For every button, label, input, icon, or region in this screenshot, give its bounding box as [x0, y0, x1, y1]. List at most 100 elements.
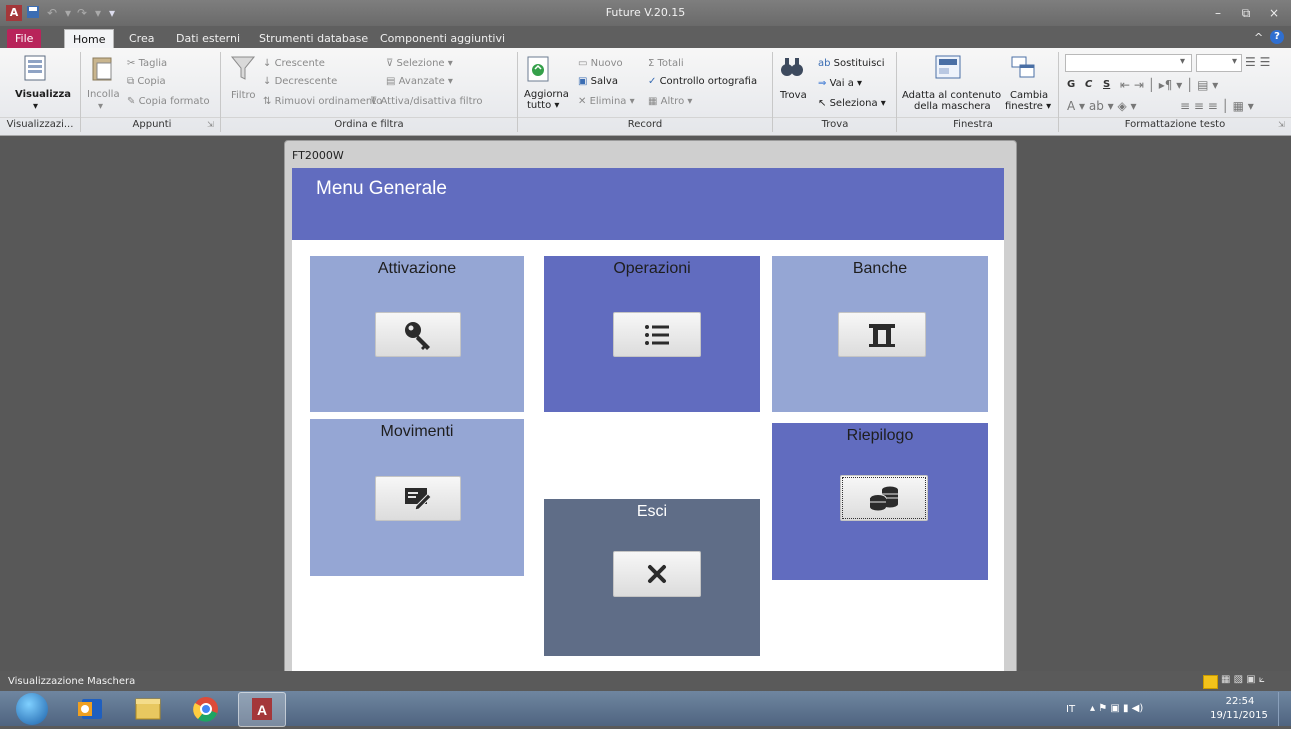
- arrow-right-icon: ⇒: [818, 78, 830, 89]
- group-label-formattazione-testo: Formattazione testo: [1124, 119, 1226, 130]
- italic-button[interactable]: C: [1085, 79, 1092, 90]
- elimina-button[interactable]: ✕ Elimina ▾: [578, 96, 635, 107]
- tab-componenti-aggiuntivi[interactable]: Componenti aggiuntivi: [372, 29, 513, 48]
- underline-button[interactable]: S: [1103, 79, 1110, 90]
- tile-label: Riepilogo: [846, 427, 914, 444]
- group-label-visualizzazioni: Visualizzazi...: [6, 119, 74, 130]
- aggiorna-tutto-button[interactable]: tutto ▾: [527, 100, 559, 111]
- title-bar: Future V.20.15: [0, 0, 1291, 26]
- adatta-button-line2: della maschera: [914, 101, 991, 112]
- controllo-ortografia-button[interactable]: ✓ Controllo ortografia: [648, 76, 757, 87]
- totali-button[interactable]: Σ Totali: [648, 58, 684, 69]
- clear-sort-icon: ⇅: [263, 96, 275, 107]
- tab-home[interactable]: Home: [64, 29, 115, 49]
- show-desktop-button[interactable]: [1278, 692, 1291, 726]
- access-app-icon[interactable]: A: [6, 5, 22, 21]
- font-name-combo[interactable]: [1065, 54, 1192, 72]
- adatta-button[interactable]: Adatta al contenuto: [902, 90, 1001, 101]
- aggiorna-button[interactable]: Aggiorna: [524, 89, 569, 100]
- view-icon: [24, 55, 46, 84]
- input-language[interactable]: IT: [1066, 704, 1075, 715]
- tile-movimenti: Movimenti: [310, 419, 524, 576]
- list-icon: [645, 324, 669, 345]
- copia-button[interactable]: ⧉ Copia: [127, 76, 166, 87]
- seleziona-button[interactable]: ↖ Seleziona ▾: [818, 98, 886, 109]
- close-button[interactable]: ×: [1262, 4, 1286, 22]
- group-separator: [220, 52, 221, 132]
- attivazione-button[interactable]: [375, 312, 461, 357]
- decrescente-button[interactable]: ↓ Decrescente: [263, 76, 337, 87]
- crescente-button[interactable]: ↓ Crescente: [263, 58, 325, 69]
- clock-time[interactable]: 22:54: [1212, 696, 1268, 707]
- access-taskbar-icon[interactable]: A: [238, 692, 286, 727]
- banche-button[interactable]: [838, 312, 926, 357]
- tab-crea[interactable]: Crea: [121, 29, 162, 48]
- incolla-button[interactable]: Incolla: [87, 89, 120, 100]
- help-icon[interactable]: ?: [1270, 30, 1284, 44]
- start-button-icon[interactable]: [16, 693, 48, 725]
- group-label-ordina-filtra: Ordina e filtra: [334, 119, 404, 130]
- formattazione-launcher-icon[interactable]: ⇲: [1278, 120, 1285, 129]
- sort-ascending-icon: ↓: [263, 58, 275, 69]
- visualizza-dropdown-icon[interactable]: ▾: [33, 101, 38, 112]
- bold-button[interactable]: G: [1067, 79, 1075, 90]
- group-separator: [80, 52, 81, 132]
- incolla-dropdown-icon[interactable]: ▾: [98, 101, 103, 112]
- collapse-ribbon-icon[interactable]: ^: [1254, 31, 1263, 44]
- movimenti-button[interactable]: [375, 476, 461, 521]
- attiva-filtro-button[interactable]: ⊽ Attiva/disattiva filtro: [370, 96, 483, 107]
- ribbon-group-label-divider: [0, 117, 1291, 118]
- bullets-icon[interactable]: ☰ ☰: [1245, 55, 1270, 69]
- tab-strumenti-database[interactable]: Strumenti database: [251, 29, 376, 48]
- font-name-dropdown-icon[interactable]: ▾: [1180, 56, 1185, 67]
- new-record-icon: ▭: [578, 58, 591, 69]
- chrome-taskbar-icon[interactable]: [186, 693, 226, 724]
- minimize-button[interactable]: –: [1206, 4, 1230, 22]
- vai-a-button[interactable]: ⇒ Vai a ▾: [818, 78, 862, 89]
- brush-icon: ✎: [127, 96, 139, 107]
- salva-button[interactable]: ▣ Salva: [578, 76, 618, 87]
- restore-button[interactable]: ⧉: [1234, 4, 1258, 22]
- esci-button[interactable]: [613, 551, 701, 597]
- font-size-dropdown-icon[interactable]: ▾: [1232, 56, 1237, 67]
- scissors-icon: ✂: [127, 58, 139, 69]
- sostituisci-button[interactable]: ab Sostituisci: [818, 58, 885, 69]
- operazioni-button[interactable]: [613, 312, 701, 357]
- selezione-button[interactable]: ⊽ Selezione ▾: [386, 58, 453, 69]
- copia-formato-button[interactable]: ✎ Copia formato: [127, 96, 210, 107]
- tile-banche: Banche: [772, 256, 988, 412]
- indent-icons[interactable]: ⇤ ⇥ │ ▸¶ ▾ │ ▤ ▾: [1120, 78, 1218, 92]
- appunti-launcher-icon[interactable]: ⇲: [207, 120, 214, 129]
- cambia-finestre-button[interactable]: Cambia: [1010, 90, 1048, 101]
- save-icon[interactable]: [25, 5, 41, 21]
- riepilogo-button[interactable]: [840, 475, 928, 521]
- align-icons[interactable]: ≡ ≡ ≡ │ ▦ ▾: [1180, 99, 1254, 113]
- tile-esci: Esci: [544, 499, 760, 656]
- rimuovi-ordinamento-button[interactable]: ⇅ Rimuovi ordinamento: [263, 96, 382, 107]
- altro-button[interactable]: ▦ Altro ▾: [648, 96, 692, 107]
- tab-file[interactable]: File: [7, 29, 42, 48]
- bank-icon: [869, 323, 895, 347]
- outlook-taskbar-icon[interactable]: [72, 693, 112, 724]
- form-view-icon[interactable]: [1203, 675, 1218, 689]
- svg-text:A: A: [257, 702, 267, 718]
- tab-dati-esterni[interactable]: Dati esterni: [168, 29, 248, 48]
- visualizza-button[interactable]: Visualizza: [15, 89, 71, 100]
- form-title: Menu Generale: [316, 178, 447, 199]
- explorer-taskbar-icon[interactable]: [128, 693, 168, 724]
- tray-icons[interactable]: ▴ ⚑ ▣ ▮ ◀): [1090, 703, 1143, 714]
- trova-button[interactable]: Trova: [780, 90, 807, 101]
- filtro-button[interactable]: Filtro: [231, 90, 256, 101]
- sigma-icon: Σ: [648, 58, 658, 69]
- clock-date[interactable]: 19/11/2015: [1206, 710, 1272, 721]
- redo-icon[interactable]: ↷: [74, 5, 90, 21]
- cambia-finestre-line2[interactable]: finestre ▾: [1005, 101, 1051, 112]
- font-color-button[interactable]: A ▾ ab ▾ ◈ ▾: [1067, 99, 1137, 113]
- avanzate-button[interactable]: ▤ Avanzate ▾: [386, 76, 453, 87]
- nuovo-button[interactable]: ▭ Nuovo: [578, 58, 623, 69]
- taglia-button[interactable]: ✂ Taglia: [127, 58, 167, 69]
- close-icon: [648, 565, 666, 583]
- view-switcher-icons[interactable]: ▦ ▧ ▣ ⟀: [1221, 674, 1265, 685]
- undo-icon[interactable]: ↶: [44, 5, 60, 21]
- customize-qat-icon[interactable]: ▾: [104, 5, 120, 21]
